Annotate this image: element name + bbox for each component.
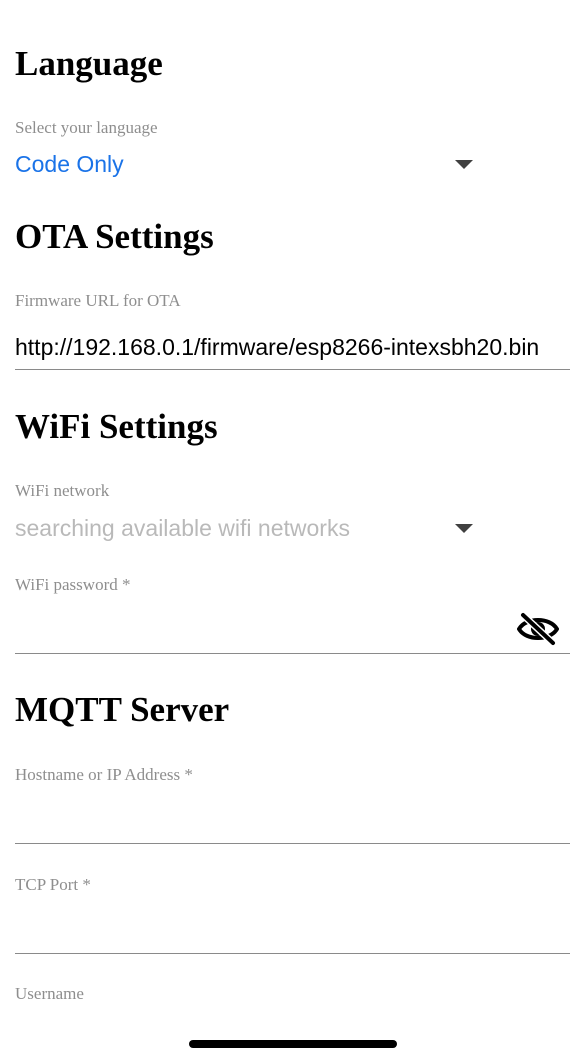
caret-down-icon [455, 524, 473, 533]
hostname-label: Hostname or IP Address * [15, 765, 193, 784]
firmware-url-label: Firmware URL for OTA [15, 291, 181, 310]
ota-heading: OTA Settings [15, 217, 214, 256]
wifi-network-select-value: searching available wifi networks [15, 515, 350, 541]
tcp-port-label: TCP Port * [15, 875, 91, 894]
language-select[interactable]: Code Only [15, 148, 480, 182]
wifi-network-select[interactable]: searching available wifi networks [15, 512, 480, 546]
language-heading: Language [15, 44, 163, 83]
wifi-password-label: WiFi password * [15, 575, 131, 594]
home-indicator[interactable] [189, 1040, 397, 1048]
caret-down-icon [455, 160, 473, 169]
wifi-network-label: WiFi network [15, 481, 110, 500]
hostname-underline [15, 843, 570, 844]
mqtt-heading: MQTT Server [15, 690, 230, 729]
username-label: Username [15, 984, 84, 1003]
firmware-url-underline [15, 369, 570, 370]
wifi-heading: WiFi Settings [15, 407, 218, 446]
tcp-port-underline [15, 953, 570, 954]
eye-off-icon[interactable] [517, 612, 559, 646]
language-select-label: Select your language [15, 118, 158, 137]
wifi-password-underline [15, 653, 570, 654]
firmware-url-input[interactable]: http://192.168.0.1/firmware/esp8266-inte… [15, 333, 570, 361]
language-select-value: Code Only [15, 151, 124, 177]
